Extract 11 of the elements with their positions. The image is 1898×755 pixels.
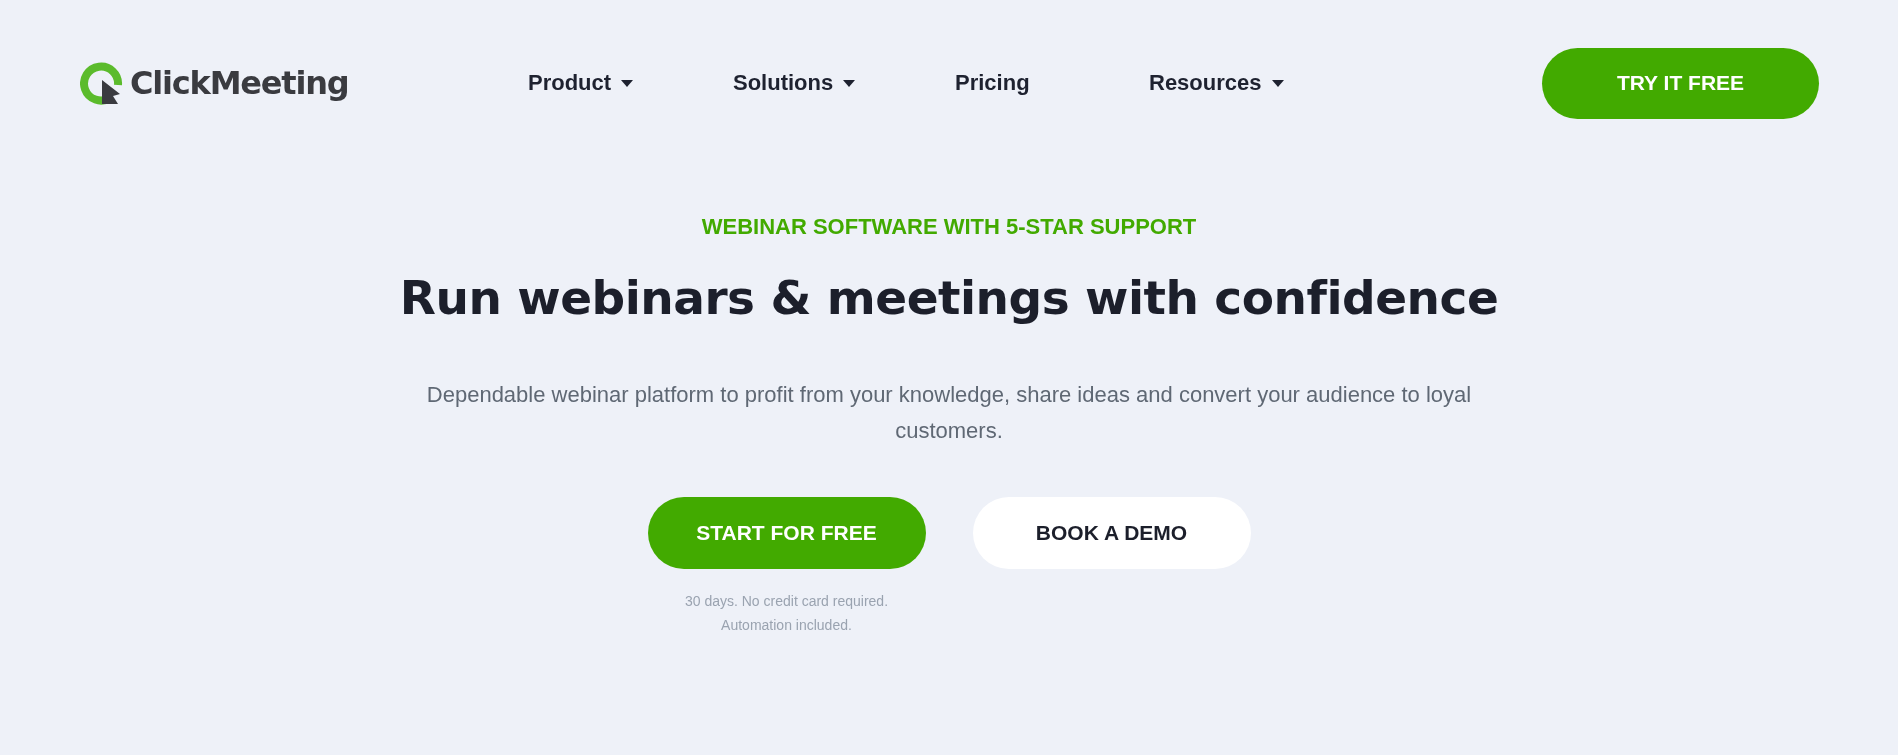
hero-title: Run webinars & meetings with confidence — [399, 270, 1499, 325]
nav-link[interactable]: Solutions — [733, 70, 955, 96]
demo-button[interactable]: BOOK A DEMO — [972, 497, 1251, 569]
nav-link[interactable]: Product — [528, 70, 733, 96]
note-text: 30 days. No credit card required. — [684, 593, 889, 609]
note-text: Automation included. — [721, 617, 852, 633]
logo-text: ClickMeeting — [130, 64, 349, 102]
nav-link[interactable]: Resources — [1149, 70, 1399, 96]
hero-kicker: WEBINAR SOFTWARE WITH 5-STAR SUPPORT — [701, 214, 1197, 240]
hero-subtitle: Dependable webinar platform to profit from your knowledge, share ideas and convert your audience to loyal customers. — [425, 381, 1473, 445]
nav-link[interactable]: Pricing — [955, 70, 1149, 96]
